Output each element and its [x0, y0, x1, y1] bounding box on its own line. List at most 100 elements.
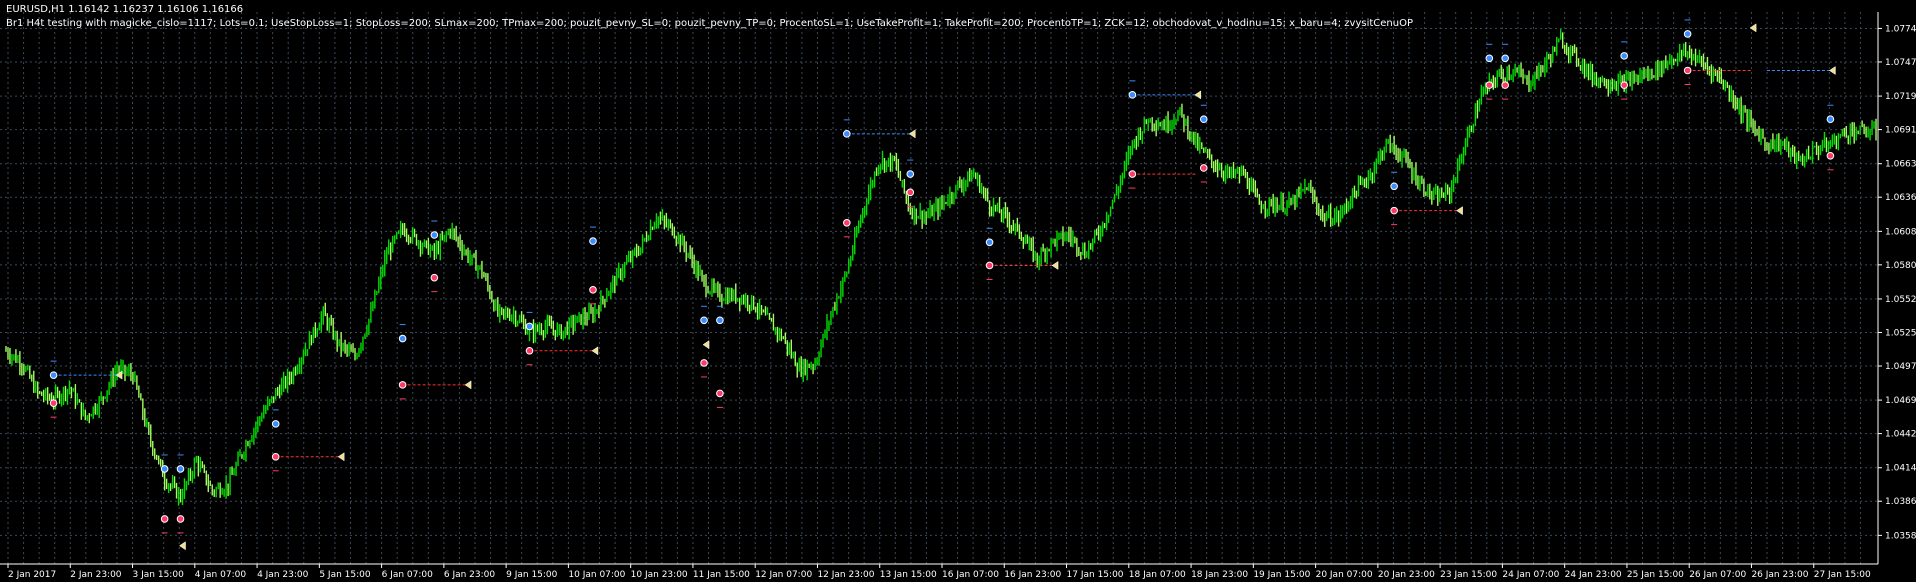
price-tick-label: 1.06635: [1885, 160, 1916, 170]
buy-marker: [1826, 115, 1835, 124]
sell-marker: [1485, 81, 1494, 89]
time-axis[interactable]: 2 Jan 2017 2 Jan 23:00 3 Jan 15:00 4 Jan 07…: [0, 563, 1878, 580]
sell-marker: [1199, 164, 1208, 172]
time-tick-label: 3 Jan 15:00: [133, 570, 185, 580]
time-tick-label: 6 Jan 07:00: [382, 570, 434, 580]
close-arrow: [1456, 206, 1463, 216]
buy-marker: [700, 316, 708, 325]
trade-markers: [49, 19, 1836, 551]
sell-marker: [1683, 66, 1692, 75]
sell-marker: [1501, 81, 1509, 89]
buy-marker: [525, 322, 534, 331]
buy-marker: [430, 231, 439, 239]
sell-marker: [1826, 151, 1835, 160]
buy-marker: [1683, 30, 1692, 38]
price-tick-label: 1.05525: [1885, 295, 1916, 305]
close-arrow: [1828, 66, 1836, 75]
sell-marker: [176, 515, 185, 523]
close-arrow: [464, 380, 472, 390]
close-arrow: [908, 129, 916, 139]
price-tick-label: 1.06080: [1885, 227, 1916, 237]
price-tick-label: 1.03585: [1885, 531, 1916, 541]
price-tick-label: 1.06915: [1885, 126, 1916, 136]
price-tick-label: 1.03865: [1885, 497, 1916, 507]
time-tick-label: 9 Jan 15:00: [506, 570, 558, 580]
buy-marker: [1199, 115, 1208, 124]
buy-marker: [49, 371, 58, 379]
close-arrow: [1051, 260, 1059, 270]
sell-marker: [700, 359, 708, 367]
close-arrow: [1194, 90, 1202, 100]
time-tick-label: 4 Jan 07:00: [195, 570, 247, 580]
sell-marker: [1128, 170, 1137, 178]
time-tick-label: 19 Jan 15:00: [1253, 570, 1310, 580]
time-tick-label: 16 Jan 23:00: [1004, 570, 1061, 580]
time-tick-label: 18 Jan 23:00: [1191, 570, 1248, 580]
buy-marker: [1128, 91, 1137, 99]
close-arrow: [702, 340, 710, 350]
sell-marker: [525, 346, 534, 355]
sell-marker: [1620, 81, 1628, 89]
time-tick-label: 10 Jan 07:00: [568, 570, 625, 580]
time-tick-label: 16 Jan 07:00: [942, 570, 999, 580]
close-arrow: [337, 452, 345, 462]
price-tick-label: 1.04975: [1885, 362, 1916, 372]
symbol-info: EURUSD,H1 1.16142 1.16237 1.16106 1.1616…: [6, 4, 244, 15]
buy-marker: [1501, 54, 1509, 63]
time-tick-label: 25 Jan 15:00: [1627, 570, 1684, 580]
sell-marker: [843, 219, 851, 227]
sell-marker: [160, 515, 169, 523]
buy-marker: [906, 170, 915, 178]
time-tick-label: 18 Jan 07:00: [1129, 570, 1186, 580]
buy-marker: [985, 238, 994, 247]
price-tick-label: 1.06360: [1885, 193, 1916, 203]
price-tick-label: 1.07745: [1885, 24, 1916, 34]
buy-marker: [176, 465, 185, 473]
buy-marker: [1485, 54, 1494, 63]
time-tick-label: 17 Jan 15:00: [1067, 570, 1124, 580]
sell-marker: [716, 389, 724, 398]
price-tick-label: 1.04140: [1885, 464, 1916, 474]
time-tick-label: 12 Jan 23:00: [817, 570, 874, 580]
indicator-info: Br1 H4t testing with magicke_cislo=1117;…: [6, 18, 1413, 29]
price-tick-label: 1.05805: [1885, 261, 1916, 271]
time-tick-label: 12 Jan 07:00: [755, 570, 812, 580]
sell-marker: [49, 399, 58, 407]
sell-marker: [398, 381, 407, 389]
time-tick-label: 23 Jan 15:00: [1440, 570, 1497, 580]
buy-marker: [398, 334, 407, 343]
time-tick-label: 27 Jan 15:00: [1814, 570, 1871, 580]
sell-marker: [1390, 206, 1398, 215]
buy-marker: [1620, 52, 1628, 60]
sell-marker: [430, 273, 439, 282]
buy-marker: [160, 465, 169, 473]
sell-marker: [271, 452, 280, 461]
time-tick-label: 10 Jan 23:00: [631, 570, 688, 580]
chart-grid: [0, 12, 1878, 564]
time-tick-label: 13 Jan 15:00: [880, 570, 937, 580]
buy-marker: [716, 316, 724, 325]
price-axis[interactable]: 1.07745 1.07470 1.07190 1.06915 1.06635 1.063…: [1877, 12, 1916, 564]
buy-marker: [589, 237, 597, 245]
time-tick-label: 26 Jan 23:00: [1751, 570, 1808, 580]
price-tick-label: 1.07190: [1885, 92, 1916, 102]
time-tick-label: 20 Jan 23:00: [1378, 570, 1435, 580]
buy-marker: [1390, 182, 1398, 191]
price-tick-label: 1.05250: [1885, 328, 1916, 338]
time-tick-label: 26 Jan 07:00: [1689, 570, 1746, 580]
buy-marker: [843, 130, 851, 138]
time-tick-label: 2 Jan 23:00: [70, 570, 122, 580]
time-tick-label: 2 Jan 2017: [8, 570, 56, 580]
time-tick-label: 20 Jan 07:00: [1316, 570, 1373, 580]
price-chart[interactable]: 1.07745 1.07470 1.07190 1.06915 1.06635 1.063…: [0, 0, 1916, 582]
sell-marker: [589, 286, 597, 294]
time-tick-label: 4 Jan 23:00: [257, 570, 309, 580]
time-tick-label: 24 Jan 07:00: [1502, 570, 1559, 580]
close-arrow: [1749, 23, 1757, 33]
close-arrow: [591, 346, 599, 356]
close-arrow: [179, 541, 186, 551]
price-tick-label: 1.04695: [1885, 396, 1916, 406]
time-tick-label: 5 Jan 15:00: [319, 570, 371, 580]
sell-marker: [985, 261, 994, 270]
price-tick-label: 1.04420: [1885, 430, 1916, 440]
